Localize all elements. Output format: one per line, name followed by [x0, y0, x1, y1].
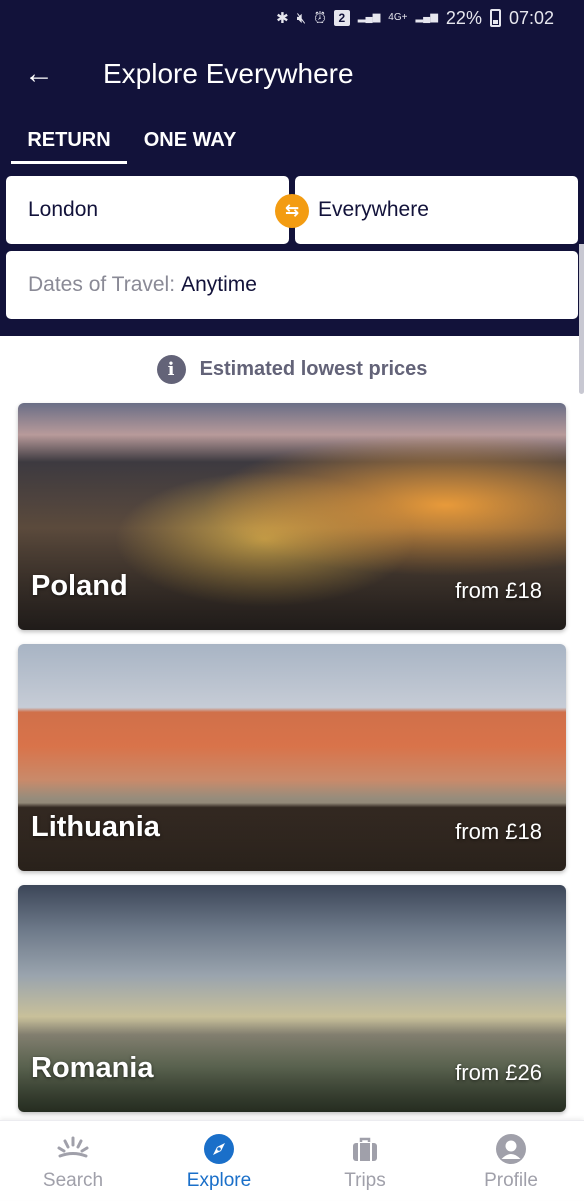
- suitcase-icon: [349, 1133, 381, 1165]
- nav-explore[interactable]: Explore: [146, 1121, 292, 1201]
- origin-field[interactable]: London: [6, 176, 289, 244]
- back-button[interactable]: ←: [24, 54, 56, 94]
- nav-search[interactable]: Search: [0, 1121, 146, 1201]
- destination-price: from £26: [455, 1060, 542, 1085]
- mute-icon: 🔇︎: [296, 9, 307, 27]
- dates-field[interactable]: Dates of Travel: Anytime: [6, 251, 578, 319]
- destination-card-romania[interactable]: Romania from £26: [18, 885, 566, 1112]
- tab-return[interactable]: RETURN: [11, 118, 127, 164]
- destination-value: Everywhere: [318, 198, 429, 221]
- status-bar: ✱ 🔇︎ ⏰︎ 2 ▂▄▆ 4G+ ▂▄▆ 22% 07:02: [0, 0, 584, 36]
- tab-one-way[interactable]: ONE WAY: [135, 118, 245, 164]
- bottom-navigation: Search Explore Trips Profile: [0, 1120, 584, 1200]
- destination-name: Romania: [31, 1052, 154, 1084]
- battery-percent: 22%: [445, 7, 482, 28]
- destination-field[interactable]: Everywhere: [295, 176, 578, 244]
- destination-price: from £18: [455, 819, 542, 844]
- profile-icon: [495, 1133, 527, 1165]
- active-tab-indicator: [11, 161, 127, 164]
- arrow-left-icon: ←: [24, 57, 54, 90]
- sim-2-icon: 2: [333, 10, 350, 26]
- swap-icon: ⇆: [284, 201, 300, 220]
- header: ← Explore Everywhere RETURN ONE WAY Lond…: [0, 36, 584, 336]
- alarm-icon: ⏰︎: [314, 9, 326, 27]
- signal-roaming-icon: ▂▄▆: [357, 12, 381, 23]
- nav-label: Search: [42, 1170, 104, 1191]
- swap-button[interactable]: ⇆: [275, 194, 309, 228]
- price-notice: i Estimated lowest prices: [0, 350, 584, 388]
- clock: 07:02: [508, 7, 554, 28]
- battery-icon: [489, 9, 501, 27]
- destination-card-poland[interactable]: Poland from £18: [18, 403, 566, 630]
- nav-profile[interactable]: Profile: [438, 1121, 584, 1201]
- destination-card-lithuania[interactable]: Lithuania from £18: [18, 644, 566, 871]
- origin-value: London: [28, 198, 99, 221]
- dates-label: Dates of Travel:: [28, 273, 176, 296]
- dates-value: Anytime: [181, 273, 257, 296]
- nav-label: Explore: [186, 1170, 252, 1191]
- notice-text: Estimated lowest prices: [199, 357, 428, 380]
- signal-icon: ▂▄▆: [415, 12, 438, 23]
- trip-type-tabs: RETURN ONE WAY: [0, 118, 584, 166]
- nav-trips[interactable]: Trips: [292, 1121, 438, 1201]
- compass-icon: [203, 1133, 235, 1165]
- destination-name: Poland: [31, 570, 128, 602]
- nav-label: Trips: [344, 1170, 386, 1191]
- 4g-plus-icon: 4G+: [388, 12, 408, 23]
- page-title: Explore Everywhere: [103, 58, 354, 89]
- bluetooth-icon: ✱: [276, 10, 289, 27]
- destination-price: from £18: [455, 578, 542, 603]
- destination-name: Lithuania: [31, 811, 160, 843]
- info-icon[interactable]: i: [156, 354, 186, 384]
- nav-label: Profile: [484, 1170, 538, 1191]
- sunrise-icon: [57, 1133, 89, 1165]
